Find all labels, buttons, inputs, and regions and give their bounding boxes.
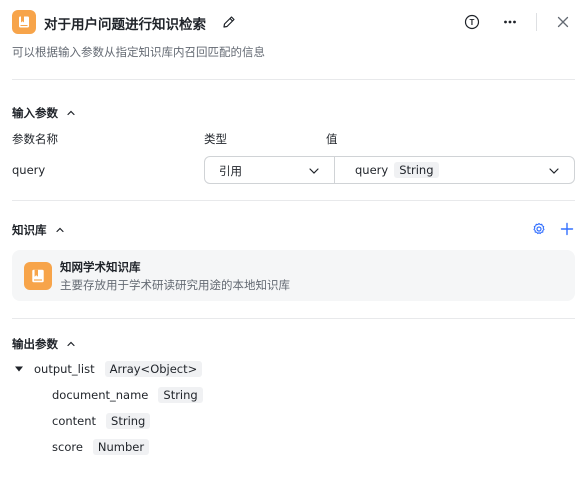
output-section-label: 输出参数	[12, 337, 58, 351]
edit-icon[interactable]	[221, 14, 237, 30]
kb-section-title[interactable]: 知识库	[12, 222, 65, 238]
triangle-down-icon[interactable]	[14, 364, 24, 374]
output-field-name: content	[52, 414, 97, 428]
node-title: 对于用户问题进行知识检索	[44, 17, 206, 33]
header-divider	[536, 13, 537, 31]
kb-item[interactable]: 知网学术知识库 主要存放用于学术研读研究用途的本地知识库	[12, 250, 575, 301]
kb-item-description: 主要存放用于学术研读研究用途的本地知识库	[60, 278, 290, 292]
kb-section-label: 知识库	[12, 223, 47, 237]
output-field-name: score	[52, 440, 83, 454]
output-child-row: document_name String	[52, 387, 203, 403]
section-divider	[12, 79, 575, 80]
column-header-value: 值	[326, 132, 338, 146]
chevron-up-icon[interactable]	[66, 108, 76, 118]
output-field-type: Array<Object>	[104, 361, 203, 377]
t-icon[interactable]: T	[462, 12, 482, 32]
book-icon	[24, 262, 52, 290]
value-select-content: query String	[355, 162, 439, 178]
input-section-label: 输入参数	[12, 106, 58, 120]
column-header-name: 参数名称	[12, 132, 58, 146]
value-select-value: query	[355, 163, 389, 177]
close-icon[interactable]	[553, 12, 573, 32]
kb-item-name: 知网学术知识库	[60, 260, 141, 274]
section-divider	[12, 200, 575, 201]
chevron-up-icon[interactable]	[66, 339, 76, 349]
output-field-type: String	[158, 387, 203, 403]
output-field-name: document_name	[52, 388, 149, 402]
settings-icon[interactable]	[532, 222, 546, 236]
value-select[interactable]: query String	[334, 156, 575, 184]
param-name: query	[12, 163, 46, 177]
output-field-name: output_list	[34, 362, 95, 376]
output-section-title[interactable]: 输出参数	[12, 336, 76, 352]
chevron-down-icon	[549, 168, 559, 174]
chevron-up-icon[interactable]	[55, 225, 65, 235]
output-child-row: content String	[52, 413, 151, 429]
node-description: 可以根据输入参数从指定知识库内召回匹配的信息	[12, 45, 265, 59]
input-section-title[interactable]: 输入参数	[12, 105, 76, 121]
output-root-row[interactable]: output_list Array<Object>	[14, 361, 203, 377]
node-header: 对于用户问题进行知识检索 T	[12, 10, 575, 36]
more-icon[interactable]	[500, 12, 520, 32]
chevron-down-icon	[309, 168, 319, 174]
plus-icon[interactable]	[560, 222, 574, 236]
output-field-type: String	[106, 413, 151, 429]
svg-text:T: T	[470, 18, 475, 27]
section-divider	[12, 318, 575, 319]
output-field-type: Number	[92, 439, 150, 455]
column-header-type: 类型	[204, 132, 227, 146]
type-select[interactable]: 引用	[204, 156, 335, 184]
output-child-row: score Number	[52, 439, 150, 455]
value-type-tag: String	[394, 162, 439, 178]
type-select-value: 引用	[219, 164, 242, 178]
book-icon	[12, 10, 36, 34]
